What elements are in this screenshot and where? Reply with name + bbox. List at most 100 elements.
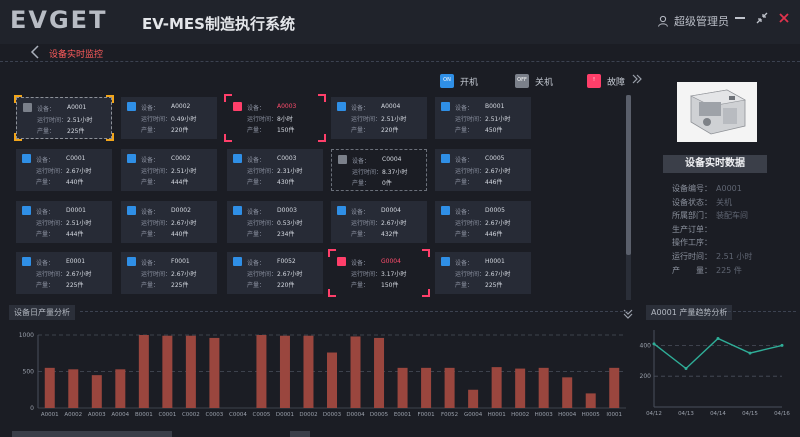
card-value: 446件 [485,231,503,238]
card-value: B0001 [485,103,505,110]
device-card-c0005[interactable]: 设备： C0005 运行时间： 2.67小时 产量： 446件 [435,149,531,191]
card-row: 运行时间： 2.67小时 [36,166,91,175]
device-card-f0001[interactable]: 设备： F0001 运行时间： 2.67小时 产量： 225件 [121,252,217,294]
expand-legend-button[interactable] [632,73,642,87]
grid-scrollbar[interactable] [626,95,631,300]
card-label: 设备： [352,158,371,165]
card-row: 运行时间： 2.51小时 [351,114,406,123]
device-card-d0003[interactable]: 设备： D0003 运行时间： 0.53小时 产量： 234件 [227,201,323,243]
card-value: A0002 [171,103,191,110]
minimize-button[interactable] [731,12,749,30]
card-value: D0004 [381,207,401,214]
card-row: 产量： 220件 [141,125,188,134]
card-label: 运行时间： [247,220,278,227]
card-value: A0003 [277,103,297,110]
card-value: 150件 [277,127,295,134]
card-value: 446件 [485,179,503,186]
card-row: 产量： 225件 [455,280,502,289]
card-row: 运行时间： 2.67小时 [455,269,510,278]
card-value: 444件 [66,231,84,238]
card-value: C0002 [171,155,191,162]
card-value: 0件 [382,180,392,187]
close-button[interactable] [775,12,793,30]
device-card-a0004[interactable]: 设备： A0004 运行时间： 2.51小时 产量： 220件 [331,97,427,139]
legend-label: 关机 [535,77,554,88]
close-icon [779,13,789,23]
bar-f0052 [444,367,455,408]
card-value: F0052 [277,258,296,265]
card-value: 2.67小时 [381,220,407,227]
selection-corner [318,94,326,102]
card-row: 设备： D0001 [36,207,86,216]
card-row: 产量： 432件 [351,229,398,238]
card-value: D0003 [277,207,297,214]
x-tick-label: H0005 [582,412,601,418]
user-menu[interactable]: 超级管理员 [657,13,729,29]
x-tick-label: C0005 [253,412,271,418]
detail-row: 设备编号： A0001 [672,183,742,194]
device-card-d0004[interactable]: 设备： D0004 运行时间： 2.67小时 产量： 432件 [331,201,427,243]
h-scrollbar[interactable] [12,431,172,437]
card-value: 225件 [66,282,84,289]
device-card-c0004[interactable]: 设备： C0004 运行时间： 8.37小时 产量： 0件 [331,149,427,191]
card-row: 设备： G0004 [351,258,401,267]
card-label: 产量： [141,231,160,238]
card-value: C0001 [66,155,86,162]
card-row: 运行时间： 0.49小时 [141,114,196,123]
device-card-c0001[interactable]: 设备： C0001 运行时间： 2.67小时 产量： 440件 [16,149,112,191]
card-row: 设备： F0052 [247,258,296,267]
legend-item-fault[interactable]: ! 故障 [587,71,625,91]
device-card-d0001[interactable]: 设备： D0001 运行时间： 2.51小时 产量： 444件 [16,201,112,243]
device-card-c0003[interactable]: 设备： C0003 运行时间： 2.31小时 产量： 430件 [227,149,323,191]
card-value: 2.67小时 [66,168,92,175]
card-row: 设备： D0004 [351,207,401,216]
card-row: 设备： F0001 [141,258,190,267]
card-row: 产量： 444件 [141,177,188,186]
card-row: 设备： C0004 [352,156,401,165]
device-card-d0005[interactable]: 设备： D0005 运行时间： 2.67小时 产量： 446件 [435,201,531,243]
device-card-d0002[interactable]: 设备： D0002 运行时间： 2.67小时 产量： 440件 [121,201,217,243]
card-label: 设备： [141,105,160,112]
device-card-a0003[interactable]: 设备： A0003 运行时间： 8小时 产量： 150件 [224,94,326,142]
x-tick-label: A0004 [111,412,129,418]
card-value: H0001 [485,258,505,265]
legend-item-off[interactable]: OFF 关机 [515,71,553,91]
breadcrumb-current[interactable]: 设备实时监控 [49,47,103,60]
card-label: 设备： [455,260,474,267]
on-status-icon [127,154,136,163]
device-card-c0002[interactable]: 设备： C0002 运行时间： 2.51小时 产量： 444件 [121,149,217,191]
h-scrollbar-thumb[interactable] [290,431,310,437]
device-card-b0001[interactable]: 设备： B0001 运行时间： 2.51小时 产量： 450件 [435,97,531,139]
bar-h0002 [515,368,526,408]
card-row: 设备： D0005 [455,207,505,216]
card-row: 产量： 220件 [247,280,294,289]
card-label: 产量： [247,127,266,134]
card-value: 2.67小时 [277,271,303,278]
device-card-h0001[interactable]: 设备： H0001 运行时间： 2.67小时 产量： 225件 [435,252,531,294]
device-card-a0001[interactable]: 设备： A0001 运行时间： 2.51小时 产量： 225件 [14,95,114,141]
on-status-icon [233,206,242,215]
selection-corner [422,289,430,297]
on-status-icon [233,154,242,163]
card-value: 220件 [171,127,189,134]
x-tick-label: E0001 [394,412,411,418]
legend-label: 开机 [460,77,479,88]
card-value: 220件 [381,127,399,134]
device-card-g0004[interactable]: 设备： G0004 运行时间： 3.17小时 产量： 150件 [328,249,430,297]
scrollbar-thumb[interactable] [626,95,631,255]
collapse-button[interactable] [623,304,633,323]
bar-a0004 [115,369,126,408]
card-row: 运行时间： 2.67小时 [455,166,510,175]
card-label: 产量： [247,282,266,289]
on-status-icon [441,257,450,266]
device-card-f0052[interactable]: 设备： F0052 运行时间： 2.67小时 产量： 220件 [227,252,323,294]
card-row: 产量： 150件 [247,125,294,134]
card-row: 运行时间： 2.67小时 [455,218,510,227]
restore-button[interactable] [753,12,771,30]
x-tick-label: A0003 [88,412,106,418]
device-card-e0001[interactable]: 设备： E0001 运行时间： 2.67小时 产量： 225件 [16,252,112,294]
device-card-a0002[interactable]: 设备： A0002 运行时间： 0.49小时 产量： 220件 [121,97,217,139]
on-status-icon [233,257,242,266]
detail-row: 运行时间： 2.51 小时 [672,251,752,262]
legend-item-on[interactable]: ON 开机 [440,71,478,91]
